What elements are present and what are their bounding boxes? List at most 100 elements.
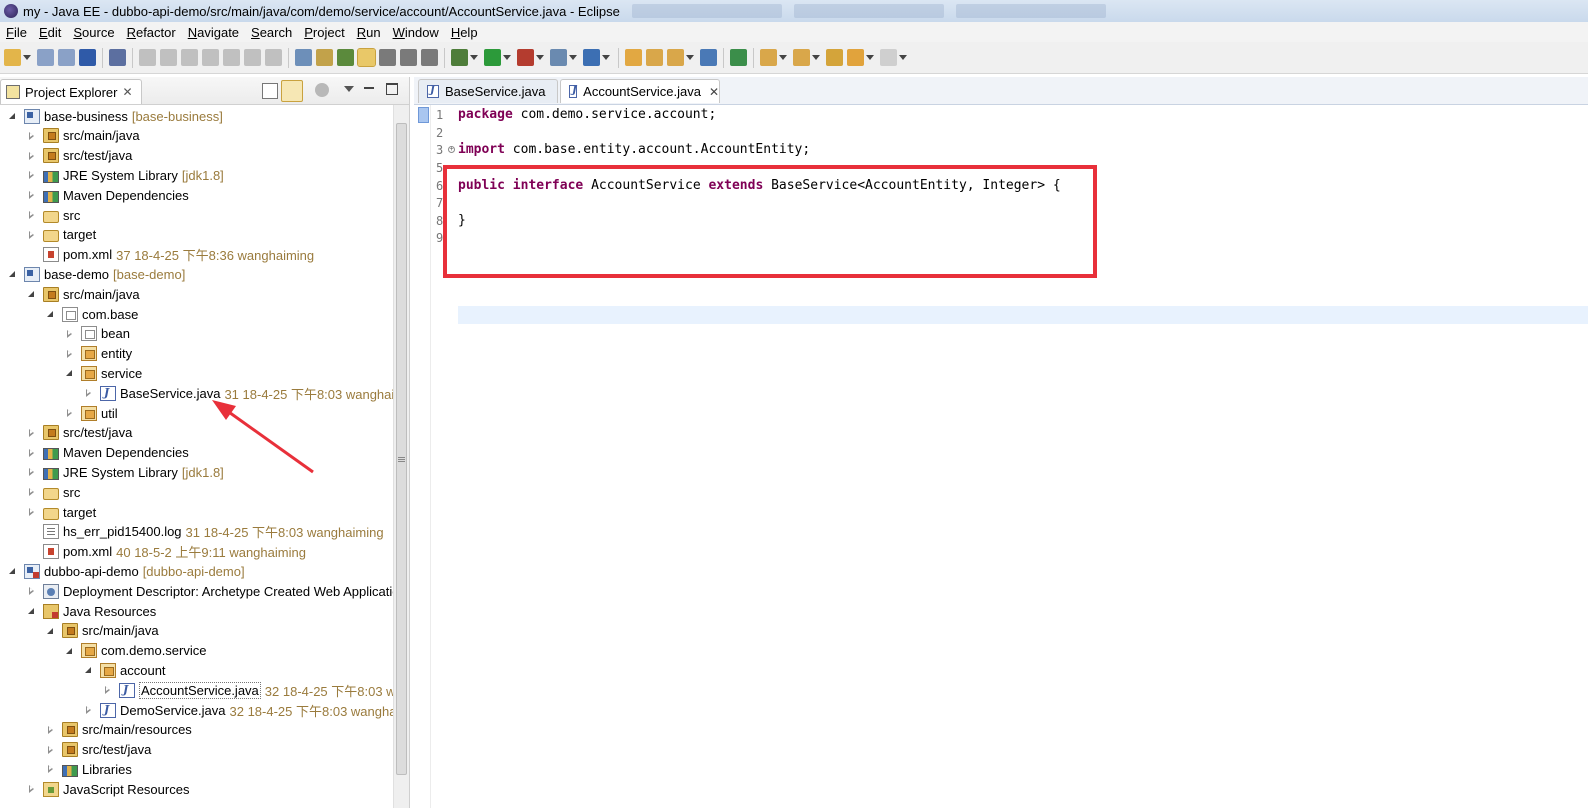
tab-accountservice[interactable]: AccountService.java ✕ bbox=[560, 79, 720, 103]
tree-item[interactable]: JRE System Library [jdk1.8] bbox=[0, 165, 393, 185]
dropdown-arrow-icon[interactable] bbox=[686, 55, 694, 60]
tree-item[interactable]: src/main/java bbox=[0, 126, 393, 146]
dropdown-arrow-icon[interactable] bbox=[23, 55, 31, 60]
dropdown-arrow-icon[interactable] bbox=[812, 55, 820, 60]
collapsed-arrow-icon[interactable] bbox=[46, 745, 56, 755]
tree-item[interactable]: entity bbox=[0, 344, 393, 364]
minimize-icon[interactable] bbox=[364, 87, 374, 89]
close-icon[interactable]: ✕ bbox=[709, 85, 719, 99]
tree-item[interactable]: Java Resources bbox=[0, 601, 393, 621]
expanded-arrow-icon[interactable] bbox=[46, 309, 56, 319]
collapsed-arrow-icon[interactable] bbox=[27, 190, 37, 200]
new-icon[interactable] bbox=[4, 49, 21, 66]
collapsed-arrow-icon[interactable] bbox=[65, 408, 75, 418]
back-icon[interactable] bbox=[847, 49, 864, 66]
expanded-arrow-icon[interactable] bbox=[65, 646, 75, 656]
run-icon[interactable] bbox=[484, 49, 501, 66]
dropdown-arrow-icon[interactable] bbox=[779, 55, 787, 60]
expanded-arrow-icon[interactable] bbox=[8, 269, 18, 279]
step-into-icon[interactable] bbox=[223, 49, 240, 66]
tree-item[interactable]: src bbox=[0, 205, 393, 225]
tree-item[interactable]: pom.xml 37 18-4-25 下午8:36 wanghaiming bbox=[0, 245, 393, 265]
tree-item[interactable]: Deployment Descriptor: Archetype Created… bbox=[0, 581, 393, 601]
tree-item[interactable]: service bbox=[0, 363, 393, 383]
collapsed-arrow-icon[interactable] bbox=[27, 170, 37, 180]
prev-annotation-icon[interactable] bbox=[793, 49, 810, 66]
tree-item[interactable]: bean bbox=[0, 324, 393, 344]
tree-item[interactable]: src/main/java bbox=[0, 284, 393, 304]
tree-item[interactable]: JavaScript Resources bbox=[0, 779, 393, 799]
menu-source[interactable]: Source bbox=[67, 25, 120, 40]
dropdown-arrow-icon[interactable] bbox=[536, 55, 544, 60]
focus-icon[interactable] bbox=[315, 83, 329, 97]
expanded-arrow-icon[interactable] bbox=[8, 111, 18, 121]
tree-item[interactable]: com.demo.service bbox=[0, 641, 393, 661]
tab-baseservice[interactable]: BaseService.java bbox=[418, 79, 558, 103]
dropdown-arrow-icon[interactable] bbox=[866, 55, 874, 60]
terminal-icon[interactable] bbox=[79, 49, 96, 66]
menu-window[interactable]: Window bbox=[387, 25, 445, 40]
coverage-icon[interactable] bbox=[517, 49, 534, 66]
expanded-arrow-icon[interactable] bbox=[46, 626, 56, 636]
open-type-icon[interactable] bbox=[625, 49, 642, 66]
globe-icon[interactable] bbox=[700, 49, 717, 66]
step-over-icon[interactable] bbox=[244, 49, 261, 66]
dropdown-arrow-icon[interactable] bbox=[503, 55, 511, 60]
suspend-icon[interactable] bbox=[160, 49, 177, 66]
collapsed-arrow-icon[interactable] bbox=[27, 428, 37, 438]
tree-item[interactable]: src/main/java bbox=[0, 621, 393, 641]
tree-item[interactable]: com.base bbox=[0, 304, 393, 324]
dropdown-arrow-icon[interactable] bbox=[899, 55, 907, 60]
link-with-editor-icon[interactable] bbox=[281, 80, 303, 102]
collapsed-arrow-icon[interactable] bbox=[27, 131, 37, 141]
tree-item[interactable]: base-business [base-business] bbox=[0, 106, 393, 126]
collapse-all-icon[interactable] bbox=[262, 83, 278, 99]
show-whitespace-icon[interactable] bbox=[421, 49, 438, 66]
collapsed-arrow-icon[interactable] bbox=[84, 705, 94, 715]
resume-icon[interactable] bbox=[139, 49, 156, 66]
collapsed-arrow-icon[interactable] bbox=[65, 329, 75, 339]
tree-item[interactable]: src bbox=[0, 482, 393, 502]
menu-navigate[interactable]: Navigate bbox=[182, 25, 245, 40]
collapsed-arrow-icon[interactable] bbox=[27, 507, 37, 517]
tree-item[interactable]: JRE System Library [jdk1.8] bbox=[0, 462, 393, 482]
tree-item[interactable]: pom.xml 40 18-5-2 上午9:11 wanghaiming bbox=[0, 542, 393, 562]
tree-item[interactable]: base-demo [base-demo] bbox=[0, 264, 393, 284]
web-service-icon[interactable] bbox=[583, 49, 600, 66]
highlight-icon[interactable] bbox=[357, 48, 376, 67]
expanded-arrow-icon[interactable] bbox=[27, 606, 37, 616]
expanded-arrow-icon[interactable] bbox=[84, 665, 94, 675]
tree-item[interactable]: Maven Dependencies bbox=[0, 443, 393, 463]
collapsed-arrow-icon[interactable] bbox=[103, 685, 113, 695]
tree-item[interactable]: target bbox=[0, 502, 393, 522]
tree-item[interactable]: AccountService.java32 18-4-25 下午8:03 wan… bbox=[0, 680, 393, 700]
save-icon[interactable] bbox=[37, 49, 54, 66]
expanded-arrow-icon[interactable] bbox=[65, 368, 75, 378]
tree-item[interactable]: Maven Dependencies bbox=[0, 185, 393, 205]
close-icon[interactable]: ✕ bbox=[122, 85, 132, 99]
menu-search[interactable]: Search bbox=[245, 25, 298, 40]
tree-item[interactable]: util bbox=[0, 403, 393, 423]
toggle-mark-icon[interactable] bbox=[316, 49, 333, 66]
last-edit-icon[interactable] bbox=[826, 49, 843, 66]
menu-refactor[interactable]: Refactor bbox=[121, 25, 182, 40]
scrollbar-thumb[interactable] bbox=[396, 123, 407, 775]
collapsed-arrow-icon[interactable] bbox=[46, 725, 56, 735]
tree-item[interactable]: account bbox=[0, 660, 393, 680]
project-explorer-tab[interactable]: Project Explorer ✕ bbox=[0, 79, 142, 104]
collapsed-arrow-icon[interactable] bbox=[27, 467, 37, 477]
next-annotation-icon[interactable] bbox=[760, 49, 777, 66]
open-folder-icon[interactable] bbox=[646, 49, 663, 66]
collapsed-arrow-icon[interactable] bbox=[27, 230, 37, 240]
dropdown-arrow-icon[interactable] bbox=[569, 55, 577, 60]
annotation-marker-icon[interactable] bbox=[418, 107, 429, 123]
tree-item[interactable]: src/test/java bbox=[0, 423, 393, 443]
expanded-arrow-icon[interactable] bbox=[8, 566, 18, 576]
collapsed-arrow-icon[interactable] bbox=[65, 349, 75, 359]
view-menu-icon[interactable] bbox=[344, 86, 354, 92]
disconnect-icon[interactable] bbox=[202, 49, 219, 66]
collapsed-arrow-icon[interactable] bbox=[46, 764, 56, 774]
tree-item[interactable]: BaseService.java31 18-4-25 下午8:03 wangha… bbox=[0, 383, 393, 403]
tree-item[interactable]: hs_err_pid15400.log 31 18-4-25 下午8:03 wan… bbox=[0, 522, 393, 542]
pin-icon[interactable] bbox=[337, 49, 354, 66]
